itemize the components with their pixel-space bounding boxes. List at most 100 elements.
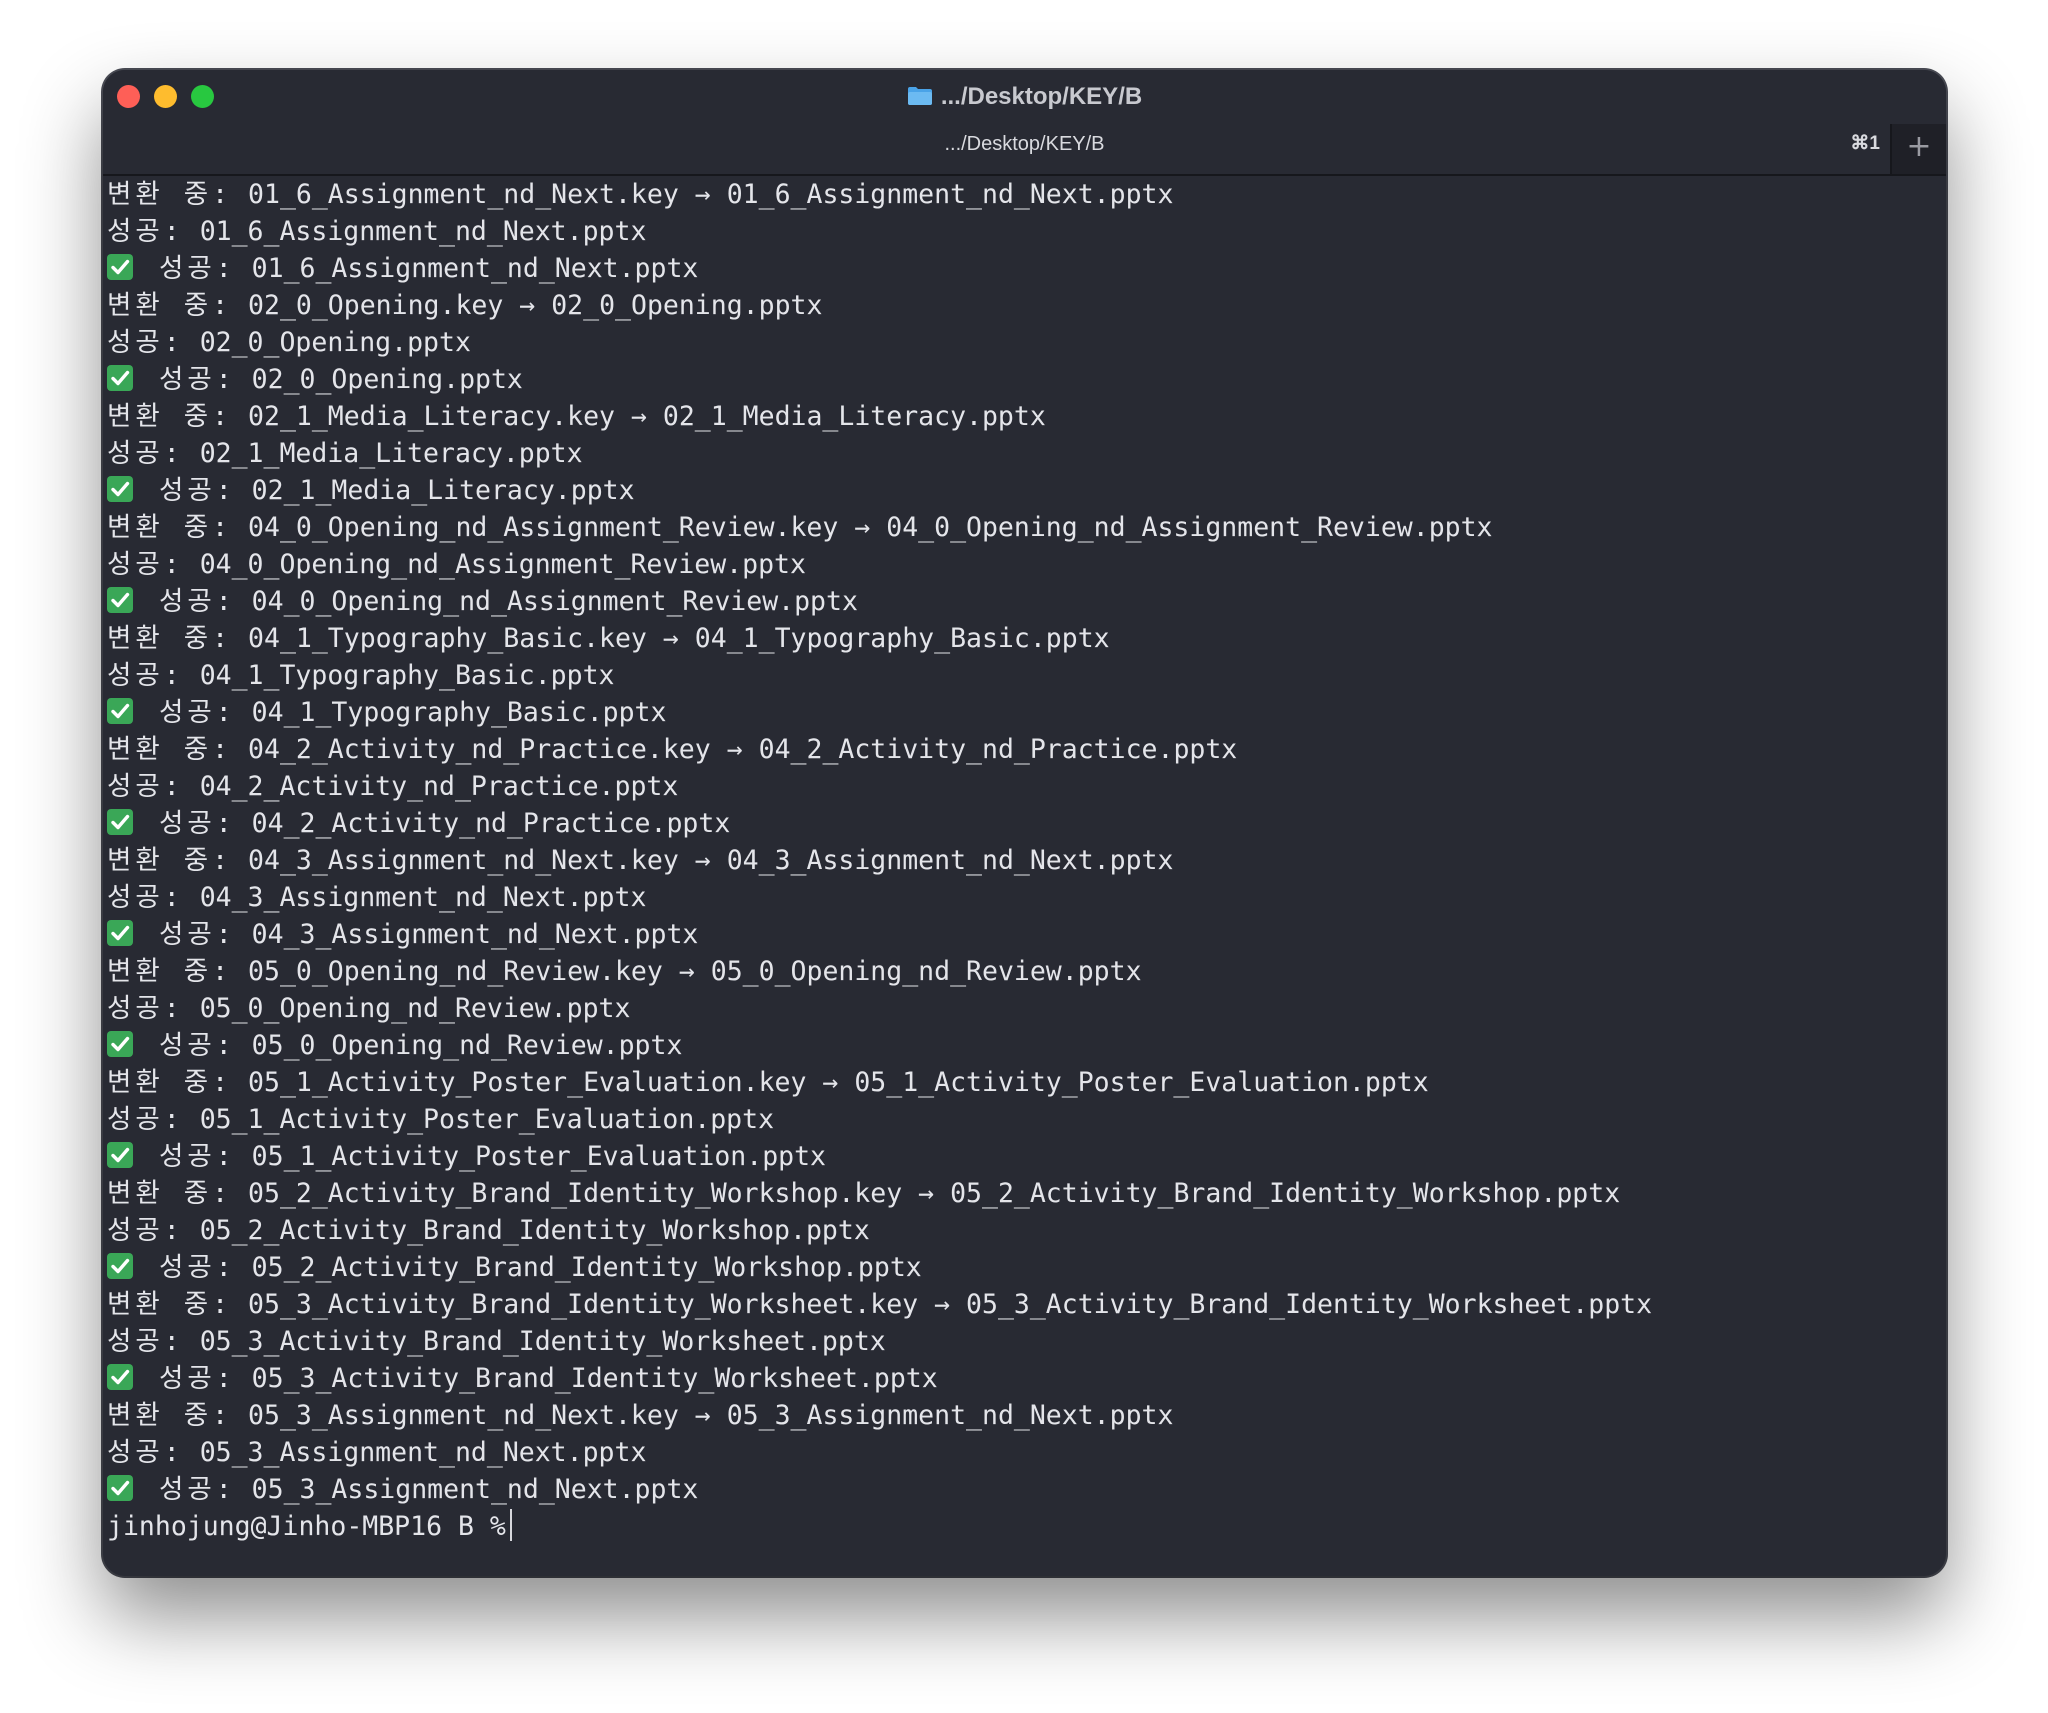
output-line: 성공: 05_3_Activity_Brand_Identity_Workshe…: [107, 1323, 1936, 1360]
tab-active[interactable]: .../Desktop/KEY/B: [103, 124, 1946, 164]
success-label: 성공:: [158, 364, 236, 395]
converting-label: 변환 중:: [107, 290, 233, 321]
shell-prompt[interactable]: jinhojung@Jinho-MBP16 B %: [107, 1508, 1936, 1545]
arrow-icon: →: [630, 401, 647, 432]
output-line: 성공: 05_3_Activity_Brand_Identity_Workshe…: [107, 1360, 1936, 1397]
converting-label: 변환 중:: [107, 179, 233, 210]
arrow-icon: →: [519, 290, 536, 321]
check-icon: [107, 1475, 133, 1501]
converting-label: 변환 중:: [107, 623, 233, 654]
check-icon: [107, 254, 133, 280]
success-label: 성공:: [158, 1030, 236, 1061]
converting-label: 변환 중:: [107, 845, 233, 876]
success-label: 성공:: [107, 1104, 184, 1135]
terminal-window: .../Desktop/KEY/B .../Desktop/KEY/B ⌘1 +…: [103, 70, 1946, 1576]
success-label: 성공:: [158, 586, 236, 617]
source-file: 04_1_Typography_Basic.key: [248, 623, 647, 654]
output-line: 성공: 05_1_Activity_Poster_Evaluation.pptx: [107, 1138, 1936, 1175]
output-file: 05_3_Activity_Brand_Identity_Worksheet.p…: [966, 1289, 1653, 1320]
output-file: 05_1_Activity_Poster_Evaluation.pptx: [854, 1067, 1429, 1098]
output-line: 변환 중: 05_3_Assignment_nd_Next.key → 05_3…: [107, 1397, 1936, 1434]
success-label: 성공:: [158, 808, 236, 839]
output-line: 성공: 04_1_Typography_Basic.pptx: [107, 657, 1936, 694]
folder-icon: [907, 87, 932, 105]
output-file: 02_1_Media_Literacy.pptx: [662, 401, 1046, 432]
output-line: 변환 중: 05_3_Activity_Brand_Identity_Works…: [107, 1286, 1936, 1323]
arrow-icon: →: [694, 845, 711, 876]
success-label: 성공:: [107, 771, 184, 802]
converting-label: 변환 중:: [107, 401, 233, 432]
output-file: 05_0_Opening_nd_Review.pptx: [199, 993, 631, 1024]
output-file: 01_6_Assignment_nd_Next.pptx: [199, 216, 647, 247]
success-label: 성공:: [107, 1215, 184, 1246]
output-line: 성공: 05_2_Activity_Brand_Identity_Worksho…: [107, 1249, 1936, 1286]
output-file: 04_0_Opening_nd_Assignment_Review.pptx: [886, 512, 1493, 543]
source-file: 05_2_Activity_Brand_Identity_Workshop.ke…: [248, 1178, 903, 1209]
check-icon: [107, 587, 133, 613]
output-file: 04_2_Activity_nd_Practice.pptx: [199, 771, 679, 802]
source-file: 05_0_Opening_nd_Review.key: [248, 956, 663, 987]
arrow-icon: →: [694, 1400, 711, 1431]
source-file: 02_0_Opening.key: [248, 290, 504, 321]
source-file: 05_1_Activity_Poster_Evaluation.key: [248, 1067, 807, 1098]
output-file: 04_0_Opening_nd_Assignment_Review.pptx: [251, 586, 858, 617]
source-file: 04_2_Activity_nd_Practice.key: [248, 734, 711, 765]
output-line: 성공: 01_6_Assignment_nd_Next.pptx: [107, 213, 1936, 250]
success-label: 성공:: [158, 697, 236, 728]
output-line: 성공: 05_0_Opening_nd_Review.pptx: [107, 990, 1936, 1027]
output-file: 04_2_Activity_nd_Practice.pptx: [758, 734, 1238, 765]
output-file: 05_2_Activity_Brand_Identity_Workshop.pp…: [251, 1252, 922, 1283]
source-file: 01_6_Assignment_nd_Next.key: [248, 179, 679, 210]
check-icon: [107, 1364, 133, 1390]
new-tab-button[interactable]: +: [1890, 124, 1946, 174]
arrow-icon: →: [822, 1067, 839, 1098]
output-file: 05_3_Activity_Brand_Identity_Worksheet.p…: [199, 1326, 886, 1357]
success-label: 성공:: [107, 216, 184, 247]
output-file: 04_3_Assignment_nd_Next.pptx: [251, 919, 699, 950]
output-file: 01_6_Assignment_nd_Next.pptx: [251, 253, 699, 284]
output-line: 변환 중: 04_0_Opening_nd_Assignment_Review.…: [107, 509, 1936, 546]
arrow-icon: →: [918, 1178, 935, 1209]
output-file: 01_6_Assignment_nd_Next.pptx: [726, 179, 1174, 210]
converting-label: 변환 중:: [107, 1067, 233, 1098]
output-line: 성공: 04_0_Opening_nd_Assignment_Review.pp…: [107, 546, 1936, 583]
source-file: 05_3_Assignment_nd_Next.key: [248, 1400, 679, 1431]
output-line: 성공: 04_3_Assignment_nd_Next.pptx: [107, 916, 1936, 953]
output-file: 05_2_Activity_Brand_Identity_Workshop.pp…: [950, 1178, 1621, 1209]
arrow-icon: →: [694, 179, 711, 210]
output-file: 04_1_Typography_Basic.pptx: [694, 623, 1110, 654]
window-title-text: .../Desktop/KEY/B: [940, 83, 1143, 110]
success-label: 성공:: [107, 882, 184, 913]
text-cursor: [509, 1509, 512, 1541]
output-file: 02_0_Opening.pptx: [199, 327, 471, 358]
output-file: 04_1_Typography_Basic.pptx: [251, 697, 667, 728]
output-line: 성공: 01_6_Assignment_nd_Next.pptx: [107, 250, 1936, 287]
output-file: 05_1_Activity_Poster_Evaluation.pptx: [199, 1104, 775, 1135]
output-file: 04_1_Typography_Basic.pptx: [199, 660, 615, 691]
output-line: 성공: 04_0_Opening_nd_Assignment_Review.pp…: [107, 583, 1936, 620]
output-line: 변환 중: 04_2_Activity_nd_Practice.key → 04…: [107, 731, 1936, 768]
success-label: 성공:: [158, 919, 236, 950]
output-file: 04_3_Assignment_nd_Next.pptx: [726, 845, 1174, 876]
output-line: 변환 중: 02_1_Media_Literacy.key → 02_1_Med…: [107, 398, 1936, 435]
check-icon: [107, 1031, 133, 1057]
success-label: 성공:: [158, 1363, 236, 1394]
check-icon: [107, 476, 133, 502]
success-label: 성공:: [107, 993, 184, 1024]
success-label: 성공:: [107, 327, 184, 358]
success-label: 성공:: [107, 660, 184, 691]
terminal-output[interactable]: 변환 중: 01_6_Assignment_nd_Next.key → 01_6…: [107, 176, 1936, 1576]
source-file: 04_3_Assignment_nd_Next.key: [248, 845, 679, 876]
window-title: .../Desktop/KEY/B: [103, 80, 1946, 114]
output-line: 성공: 05_1_Activity_Poster_Evaluation.pptx: [107, 1101, 1936, 1138]
success-label: 성공:: [107, 1437, 184, 1468]
output-line: 성공: 04_2_Activity_nd_Practice.pptx: [107, 805, 1936, 842]
output-line: 성공: 05_2_Activity_Brand_Identity_Worksho…: [107, 1212, 1936, 1249]
output-line: 성공: 05_3_Assignment_nd_Next.pptx: [107, 1471, 1936, 1508]
check-icon: [107, 365, 133, 391]
converting-label: 변환 중:: [107, 1289, 233, 1320]
source-file: 05_3_Activity_Brand_Identity_Worksheet.k…: [248, 1289, 919, 1320]
success-label: 성공:: [107, 438, 184, 469]
output-file: 02_1_Media_Literacy.pptx: [199, 438, 583, 469]
success-label: 성공:: [158, 1474, 236, 1505]
